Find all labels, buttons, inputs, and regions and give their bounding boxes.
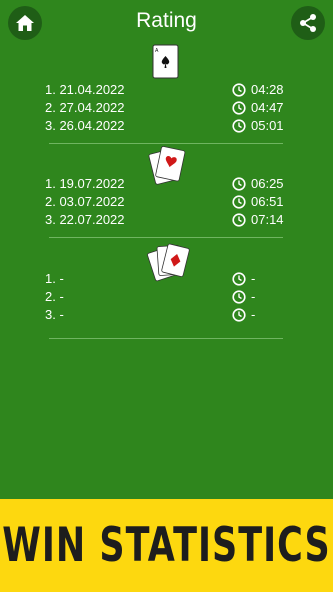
clock-icon xyxy=(232,213,246,227)
banner-text: WIN STATISTICS xyxy=(2,518,331,573)
one-card-icon: A xyxy=(152,44,179,79)
record-row: 1. - - xyxy=(45,270,285,288)
record-time: - xyxy=(251,271,256,286)
record-row: 3. - - xyxy=(45,306,285,324)
clock-icon xyxy=(232,308,246,322)
clock-icon xyxy=(232,101,246,115)
record-date: 2. 27.04.2022 xyxy=(45,100,125,115)
record-time: 07:14 xyxy=(251,212,284,227)
record-row: 2. 03.07.2022 06:51 xyxy=(45,193,285,211)
page-title: Rating xyxy=(136,9,197,32)
clock-icon xyxy=(232,290,246,304)
section-divider xyxy=(49,143,283,144)
record-time: 06:25 xyxy=(251,176,284,191)
record-time: 05:01 xyxy=(251,118,284,133)
svg-text:A: A xyxy=(155,48,159,54)
header-bar: Rating xyxy=(0,0,333,46)
record-date: 1. 21.04.2022 xyxy=(45,82,125,97)
clock-icon xyxy=(232,272,246,286)
record-time: - xyxy=(251,307,256,322)
clock-icon xyxy=(232,119,246,133)
record-date: 2. - xyxy=(45,289,64,304)
record-row: 1. 21.04.2022 04:28 xyxy=(45,81,285,99)
record-time: 04:47 xyxy=(251,100,284,115)
record-row: 3. 26.04.2022 05:01 xyxy=(45,117,285,135)
record-date: 1. - xyxy=(45,271,64,286)
record-row: 1. 19.07.2022 06:25 xyxy=(45,175,285,193)
record-date: 3. - xyxy=(45,307,64,322)
record-date: 2. 03.07.2022 xyxy=(45,194,125,209)
clock-icon xyxy=(232,177,246,191)
section-divider xyxy=(49,338,283,339)
record-date: 3. 22.07.2022 xyxy=(45,212,125,227)
record-row: 2. - - xyxy=(45,288,285,306)
record-time: - xyxy=(251,289,256,304)
share-icon xyxy=(300,14,316,32)
record-date: 1. 19.07.2022 xyxy=(45,176,125,191)
clock-icon xyxy=(232,83,246,97)
record-row: 3. 22.07.2022 07:14 xyxy=(45,211,285,229)
record-time: 06:51 xyxy=(251,194,284,209)
promo-banner: WIN STATISTICS xyxy=(0,499,333,592)
record-row: 2. 27.04.2022 04:47 xyxy=(45,99,285,117)
share-button[interactable] xyxy=(291,6,325,40)
clock-icon xyxy=(232,195,246,209)
record-date: 3. 26.04.2022 xyxy=(45,118,125,133)
section-divider xyxy=(49,237,283,238)
record-time: 04:28 xyxy=(251,82,284,97)
